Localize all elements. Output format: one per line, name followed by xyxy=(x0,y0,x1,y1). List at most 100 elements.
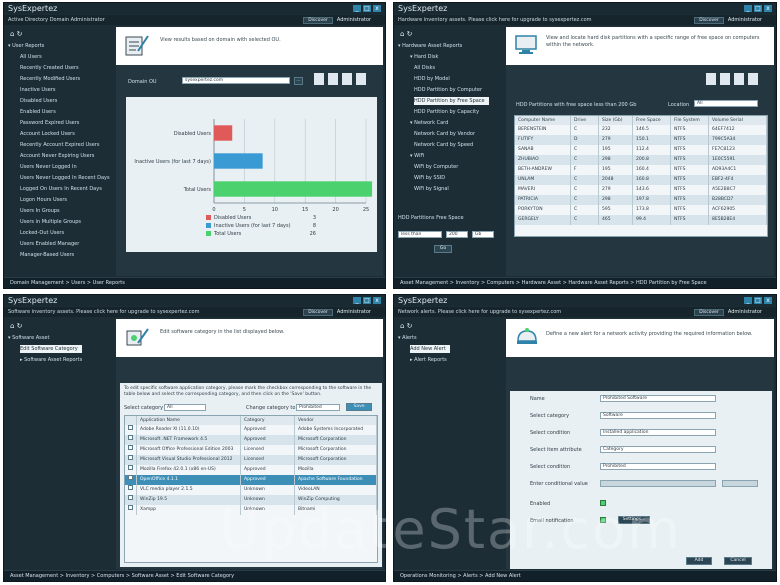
export-pdf-icon[interactable] xyxy=(314,73,324,85)
table-row[interactable]: ZHUBIAO C 298 200.8 NTFS 1E0C5591 xyxy=(515,155,767,165)
nav-item-hardware-report[interactable]: Network Card by Speed xyxy=(398,140,502,151)
browse-button[interactable]: … xyxy=(294,77,303,85)
nav-item-user-report[interactable]: Account Never Expiring Users xyxy=(8,151,112,162)
print-icon[interactable] xyxy=(734,73,744,85)
go-button[interactable]: Go xyxy=(434,245,452,253)
nav-item-user-report[interactable]: Disabled Users xyxy=(8,96,112,107)
table-row[interactable]: UNLAM C 2048 160.8 NTFS EBF2-4F4 xyxy=(515,175,767,185)
home-icon[interactable]: ⌂ ↻ xyxy=(400,322,413,330)
discover-button[interactable]: Discover xyxy=(694,17,724,24)
maximize-button[interactable]: □ xyxy=(754,297,762,304)
email-icon[interactable] xyxy=(748,73,758,85)
table-row[interactable]: SANAB C 195 112.4 NTFS FE7C8123 xyxy=(515,145,767,155)
table-row[interactable]: BETH-ANDREW F 195 160.4 NTFS AD93A4C1 xyxy=(515,165,767,175)
close-button[interactable]: x xyxy=(373,297,381,304)
export-pdf-icon[interactable] xyxy=(706,73,716,85)
domain-ou-field[interactable]: sysexpertez.com xyxy=(182,77,290,84)
table-row[interactable]: Microsoft .NET Framework 4.5 Approved Micr… xyxy=(125,435,377,445)
column-header[interactable]: Computer Name xyxy=(515,116,571,125)
column-header[interactable] xyxy=(125,416,137,425)
nav-item-user-report[interactable]: Locked-Out Users xyxy=(8,228,112,239)
nav-item-user-report[interactable]: Recently Created Users xyxy=(8,63,112,74)
nav-item-user-report[interactable]: Logon Hours Users xyxy=(8,195,112,206)
print-icon[interactable] xyxy=(342,73,352,85)
table-row[interactable]: Microsoft Office Professional Edition 20… xyxy=(125,445,377,455)
select-category[interactable]: All xyxy=(164,404,206,411)
table-row[interactable]: Mozilla Firefox 42.0.1 (x86 en-US) Approv… xyxy=(125,465,377,475)
nav-item-hardware-report[interactable]: WiFi by Computer xyxy=(398,162,502,173)
row-checkbox[interactable] xyxy=(125,425,137,435)
nav-item-hardware-report[interactable]: Network Card by Vendor xyxy=(398,129,502,140)
home-icon[interactable]: ⌂ ↻ xyxy=(400,30,413,38)
bar[interactable] xyxy=(214,153,263,169)
checkbox-icon[interactable] xyxy=(128,455,133,460)
nav-item-user-report[interactable]: Logged On Users In Recent Days xyxy=(8,184,112,195)
table-row[interactable]: PATRICIA C 298 197.8 NTFS B28BCD7 xyxy=(515,195,767,205)
nav-item-hardware-report[interactable]: WiFi by SSID xyxy=(398,173,502,184)
home-icon[interactable]: ⌂ ↻ xyxy=(10,30,23,38)
nav-item-edit-category[interactable]: Edit Software Category xyxy=(8,344,112,355)
minimize-button[interactable]: _ xyxy=(353,5,361,12)
row-checkbox[interactable] xyxy=(125,445,137,455)
form-field[interactable] xyxy=(600,480,716,487)
column-header[interactable]: Application Name xyxy=(137,416,241,425)
nav-root[interactable]: ▾ Alerts xyxy=(398,333,502,344)
minimize-button[interactable]: _ xyxy=(744,5,752,12)
table-row[interactable]: Microsoft Visual Studio Professional 201… xyxy=(125,455,377,465)
row-checkbox[interactable] xyxy=(125,465,137,475)
table-row[interactable]: GERGELY C 465 99.4 NTFS 8E5B28E4 xyxy=(515,215,767,225)
checkbox-icon[interactable] xyxy=(128,465,133,470)
nav-item-user-report[interactable]: Recently Modified Users xyxy=(8,74,112,85)
nav-item-hardware-report[interactable]: All Disks xyxy=(398,63,502,74)
discover-button[interactable]: Discover xyxy=(303,17,333,24)
column-header[interactable]: Free Space xyxy=(633,116,671,125)
nav-item-user-report[interactable]: Users In Groups xyxy=(8,206,112,217)
nav-item-user-report[interactable]: Account Locked Users xyxy=(8,129,112,140)
add-button[interactable]: Add xyxy=(686,557,712,565)
form-field[interactable]: Installed application xyxy=(600,429,716,436)
cancel-button[interactable]: Cancel xyxy=(724,557,752,565)
export-excel-icon[interactable] xyxy=(720,73,730,85)
checkbox-icon[interactable] xyxy=(128,485,133,490)
nav-item-hardware-report[interactable]: HDD Partition by Capacity xyxy=(398,107,502,118)
nav-item-user-report[interactable]: Inactive Users xyxy=(8,85,112,96)
column-header[interactable]: Vendor xyxy=(295,416,377,425)
nav-item-user-report[interactable]: Enabled Users xyxy=(8,107,112,118)
close-button[interactable]: x xyxy=(764,297,772,304)
nav-item-user-report[interactable]: Recently Account Expired Users xyxy=(8,140,112,151)
form-field[interactable]: Software xyxy=(600,412,716,419)
nav-root[interactable]: ▾ Software Asset xyxy=(8,333,112,344)
row-checkbox[interactable] xyxy=(125,495,137,505)
nav-group[interactable]: ▾ Network Card xyxy=(398,118,502,129)
unit-select[interactable]: Gb xyxy=(472,231,494,238)
row-checkbox[interactable] xyxy=(125,475,137,485)
minimize-button[interactable]: _ xyxy=(744,297,752,304)
maximize-button[interactable]: □ xyxy=(363,5,371,12)
comparison-select[interactable]: less than xyxy=(398,231,442,238)
save-button[interactable]: Save xyxy=(346,403,372,411)
table-row[interactable]: BERENSTEIN C 232 146.5 NTFS 64EF7412 xyxy=(515,125,767,135)
nav-item-hardware-report[interactable]: WiFi by Signal xyxy=(398,184,502,195)
row-checkbox[interactable] xyxy=(125,435,137,445)
form-field[interactable]: Prohibited Software xyxy=(600,395,716,402)
row-checkbox[interactable] xyxy=(125,485,137,495)
checkbox-icon[interactable] xyxy=(128,505,133,510)
user-menu[interactable]: Administrator xyxy=(337,309,371,315)
minimize-button[interactable]: _ xyxy=(353,297,361,304)
form-field[interactable]: Category xyxy=(600,446,716,453)
nav-item-hardware-report[interactable]: HDD Partition by Free Space xyxy=(398,96,502,107)
column-header[interactable]: File System xyxy=(671,116,709,125)
checkbox-icon[interactable] xyxy=(128,425,133,430)
nav-root[interactable]: ▾ Hardware Asset Reports xyxy=(398,41,502,52)
nav-item-user-report[interactable]: Users Never Logged In Recent Days xyxy=(8,173,112,184)
user-menu[interactable]: Administrator xyxy=(337,17,371,23)
nav-group[interactable]: ▾ WiFi xyxy=(398,151,502,162)
user-menu[interactable]: Administrator xyxy=(728,17,762,23)
nav-item-hardware-report[interactable]: HDD Partition by Computer xyxy=(398,85,502,96)
free-space-input[interactable]: 200 xyxy=(446,231,468,238)
table-row[interactable]: VLC media player 2.1.5 Unknown VideoLAN xyxy=(125,485,377,495)
discover-button[interactable]: Discover xyxy=(303,309,333,316)
nav-item-software-reports[interactable]: ▸ Software Asset Reports xyxy=(8,355,112,366)
column-header[interactable]: Size (Gb) xyxy=(599,116,633,125)
table-row[interactable]: PORKYTON C 595 173.8 NTFS ACF62905 xyxy=(515,205,767,215)
